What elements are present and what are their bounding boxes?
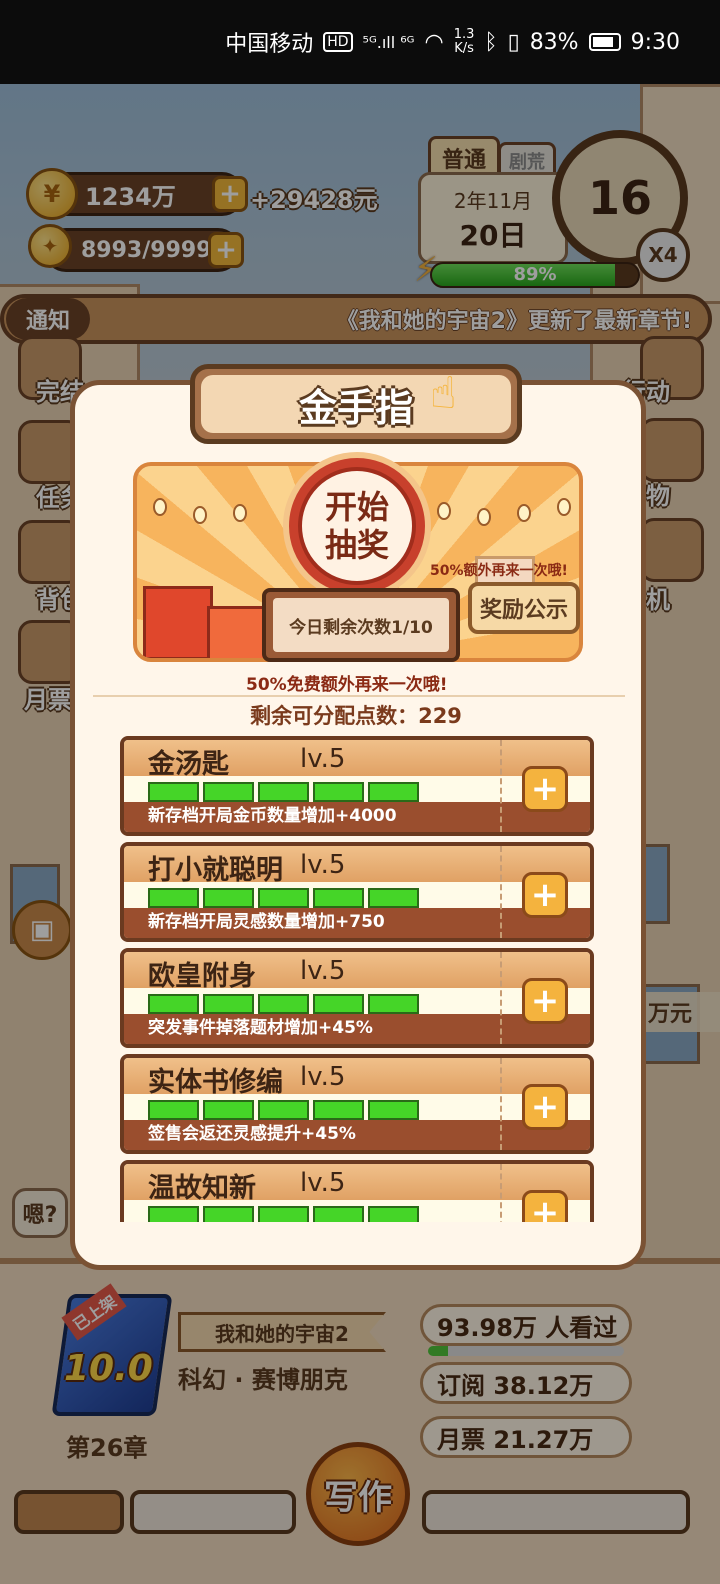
- level-segment: [313, 782, 364, 802]
- free-bonus-note: 50%免费额外再来一次哦!: [246, 675, 448, 695]
- skill-card: 实体书修编 lv.5 签售会返还灵感提升+45% +: [120, 1054, 594, 1154]
- battery-percent: 83%: [529, 29, 579, 55]
- level-segment: [313, 1206, 364, 1222]
- start-draw-button[interactable]: 开始 抽奖: [283, 452, 431, 600]
- level-segment: [148, 994, 199, 1014]
- light-bulb-icon: [477, 508, 491, 526]
- skill-card-divider: [500, 1058, 502, 1150]
- skill-level-bar: [148, 888, 419, 908]
- skill-card-divider: [500, 952, 502, 1044]
- skill-level: lv.5: [300, 1168, 346, 1198]
- level-segment: [368, 888, 419, 908]
- skill-card: 打小就聪明 lv.5 新存档开局灵感数量增加+750 +: [120, 842, 594, 942]
- light-bulb-icon: [153, 498, 167, 516]
- skill-level: lv.5: [300, 1062, 346, 1092]
- level-segment: [258, 1206, 309, 1222]
- reward-list-button[interactable]: 奖励公示: [468, 582, 580, 634]
- level-segment: [313, 994, 364, 1014]
- level-segment: [368, 1100, 419, 1120]
- level-segment: [203, 1100, 254, 1120]
- level-segment: [203, 888, 254, 908]
- hd-badge: HD: [323, 32, 353, 52]
- skill-name: 欧皇附身: [148, 961, 256, 992]
- draw-remaining-plate: 今日剩余次数1/10: [262, 588, 460, 662]
- skill-description: 签售会返还灵感提升+45%: [124, 1120, 590, 1150]
- skill-card: 金汤匙 lv.5 新存档开局金币数量增加+4000 +: [120, 736, 594, 836]
- skill-card: 温故知新 lv.5 +: [120, 1160, 594, 1222]
- skill-name: 温故知新: [148, 1173, 256, 1204]
- gift-box-icon: [143, 586, 213, 658]
- skill-card-divider: [500, 1164, 502, 1222]
- upgrade-skill-button[interactable]: +: [522, 872, 568, 918]
- light-bulb-icon: [437, 502, 451, 520]
- network-speed-unit: K/s: [454, 41, 474, 56]
- wifi-icon: ◠: [424, 29, 444, 55]
- pointing-hand-icon: ☝: [430, 368, 457, 419]
- skill-level: lv.5: [300, 850, 346, 880]
- skill-level: lv.5: [300, 956, 346, 986]
- network-speed: 1.3 K/s: [454, 28, 475, 56]
- panel-title: 金手指: [201, 375, 511, 433]
- light-bulb-icon: [557, 498, 571, 516]
- remaining-points: 剩余可分配点数：229: [250, 704, 462, 728]
- skill-name: 打小就聪明: [148, 855, 283, 886]
- level-segment: [148, 782, 199, 802]
- upgrade-skill-button[interactable]: +: [522, 1190, 568, 1222]
- panel-title-plate: 金手指: [190, 364, 522, 444]
- level-segment: [368, 1206, 419, 1222]
- level-segment: [313, 888, 364, 908]
- upgrade-skill-button[interactable]: +: [522, 978, 568, 1024]
- bluetooth-icon: ᛒ: [484, 29, 498, 55]
- start-draw-label: 开始 抽奖: [298, 467, 416, 585]
- network-speed-value: 1.3: [453, 27, 475, 42]
- signal-icon: ⁵ᴳ.ıll ⁶ᴳ: [362, 32, 415, 52]
- skill-list[interactable]: 金汤匙 lv.5 新存档开局金币数量增加+4000 + 打小就聪明 lv.5 新存档开局灵感…: [120, 732, 598, 1222]
- skill-level-bar: [148, 782, 419, 802]
- level-segment: [258, 1100, 309, 1120]
- draw-remaining-text: 今日剩余次数1/10: [273, 598, 449, 652]
- banner-bonus-note: 50%额外再来一次哦!: [430, 563, 568, 579]
- vibrate-icon: ▯: [507, 29, 520, 55]
- level-segment: [258, 782, 309, 802]
- skill-level: lv.5: [300, 744, 346, 774]
- skill-card-divider: [500, 740, 502, 832]
- upgrade-skill-button[interactable]: +: [522, 1084, 568, 1130]
- skill-card-divider: [500, 846, 502, 938]
- level-segment: [148, 888, 199, 908]
- level-segment: [203, 1206, 254, 1222]
- level-segment: [368, 782, 419, 802]
- skill-level-bar: [148, 994, 419, 1014]
- status-bar: 中国移动 HD ⁵ᴳ.ıll ⁶ᴳ ◠ 1.3 K/s ᛒ ▯ 83% 9:30: [0, 0, 720, 84]
- skill-card: 欧皇附身 lv.5 突发事件掉落题材增加+45% +: [120, 948, 594, 1048]
- skill-description: 突发事件掉落题材增加+45%: [124, 1014, 590, 1044]
- skill-name: 实体书修编: [148, 1067, 283, 1098]
- level-segment: [203, 782, 254, 802]
- upgrade-skill-button[interactable]: +: [522, 766, 568, 812]
- skill-description: 新存档开局灵感数量增加+750: [124, 908, 590, 938]
- panel-divider: [93, 695, 625, 697]
- level-segment: [313, 1100, 364, 1120]
- light-bulb-icon: [233, 504, 247, 522]
- level-segment: [148, 1206, 199, 1222]
- battery-icon: [588, 33, 621, 51]
- level-segment: [368, 994, 419, 1014]
- carrier-label: 中国移动: [225, 32, 314, 57]
- level-segment: [258, 994, 309, 1014]
- level-segment: [258, 888, 309, 908]
- level-segment: [203, 994, 254, 1014]
- clock-time: 9:30: [630, 29, 680, 55]
- skill-level-bar: [148, 1206, 419, 1222]
- level-segment: [148, 1100, 199, 1120]
- light-bulb-icon: [517, 504, 531, 522]
- skill-level-bar: [148, 1100, 419, 1120]
- light-bulb-icon: [193, 506, 207, 524]
- skill-name: 金汤匙: [148, 749, 229, 780]
- skill-description: 新存档开局金币数量增加+4000: [124, 802, 590, 832]
